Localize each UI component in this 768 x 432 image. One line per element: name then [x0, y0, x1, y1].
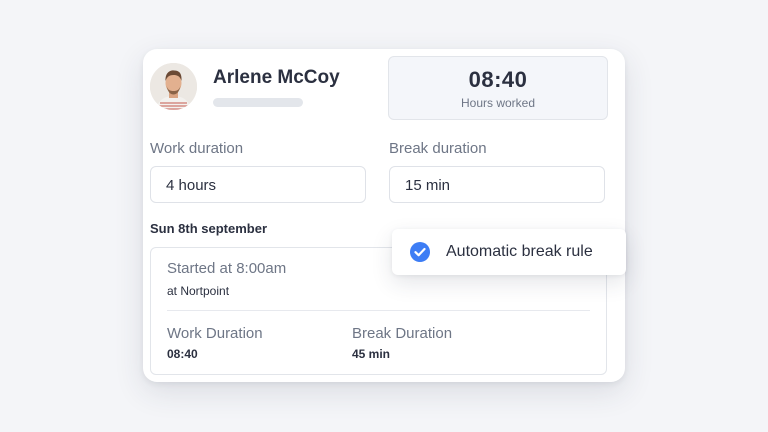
start-time: Started at 8:00am	[167, 260, 287, 277]
divider	[167, 310, 590, 311]
hours-worked-label: Hours worked	[460, 96, 536, 110]
work-duration-input[interactable]: 4 hours	[150, 166, 366, 203]
avatar	[150, 63, 197, 110]
hours-worked-value: 08:40	[468, 67, 528, 92]
name-placeholder-bar	[213, 98, 303, 107]
user-name: Arlene McCoy	[213, 67, 340, 88]
check-circle-icon[interactable]	[410, 242, 430, 262]
automatic-break-rule-label: Automatic break rule	[446, 243, 593, 260]
break-duration-stat-label: Break Duration	[352, 325, 453, 342]
break-duration-stat-value: 45 min	[352, 347, 391, 361]
entry-date: Sun 8th september	[150, 221, 268, 236]
automatic-break-rule-option[interactable]: Automatic break rule	[392, 229, 626, 275]
avatar-image	[150, 63, 197, 110]
work-duration-stat-value: 08:40	[167, 347, 198, 361]
break-duration-input[interactable]: 15 min	[389, 166, 605, 203]
shift-card: Arlene McCoy 08:40 Hours worked Work dur…	[143, 49, 625, 382]
work-duration-label: Work duration	[150, 140, 244, 157]
hours-worked-card: 08:40 Hours worked	[388, 56, 608, 120]
break-duration-label: Break duration	[389, 140, 487, 157]
work-duration-stat-label: Work Duration	[167, 325, 263, 342]
location: at Nortpoint	[167, 284, 230, 298]
